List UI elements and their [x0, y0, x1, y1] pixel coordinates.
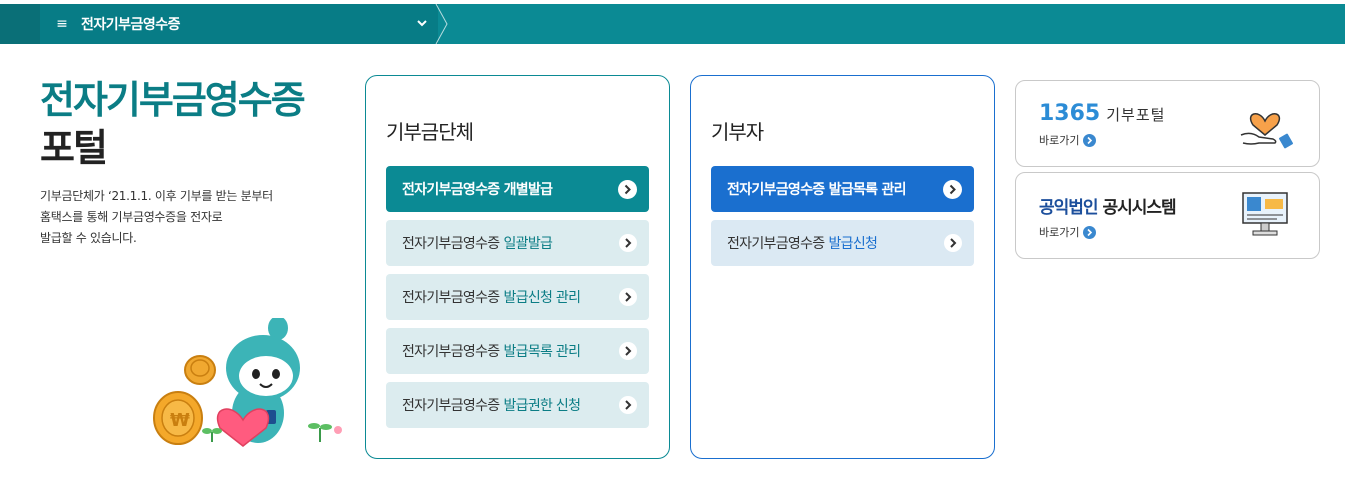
coin-icon: ₩ [153, 391, 203, 445]
donor-card: 기부자 전자기부금영수증 발급목록 관리 전자기부금영수증 발급신청 [690, 75, 995, 459]
donor-card-heading: 기부자 [711, 120, 764, 144]
button-label: 전자기부금영수증 [402, 236, 500, 252]
disclosure-title: 공익법인 공시시스템 [1039, 193, 1177, 218]
arrow-right-icon [943, 180, 962, 199]
button-label-highlight: 일괄발급 [503, 236, 553, 252]
arrow-right-icon [619, 234, 637, 252]
heart-hand-icon [1240, 113, 1293, 149]
topbar-lead-block [0, 4, 40, 44]
portal-1365-number: 1365 [1039, 101, 1101, 126]
arrow-right-icon [1083, 133, 1097, 147]
portal-1365-go-link[interactable]: 바로가기 [1039, 132, 1097, 148]
intro-desc-line1: 기부금단체가 ‘21.1.1. 이후 기부를 받는 분부터 [40, 189, 273, 203]
sprout-icon [308, 423, 342, 442]
page-title-line2: 포털 [40, 126, 108, 170]
button-label-highlight: 발급권한 신청 [503, 398, 581, 414]
arrow-right-icon [619, 396, 637, 414]
breadcrumb-dropdown[interactable]: ≡ 전자기부금영수증 [40, 4, 438, 44]
page-title: 전자기부금영수증 포털 [40, 76, 306, 172]
breadcrumb-title: 전자기부금영수증 [81, 17, 181, 33]
intro-description: 기부금단체가 ‘21.1.1. 이후 기부를 받는 분부터 홈택스를 통해 기부… [40, 186, 320, 249]
disclosure-go-link[interactable]: 바로가기 [1039, 224, 1097, 240]
portal-1365-word: 기부포털 [1106, 106, 1166, 124]
disclosure-title-part1: 공익법인 [1039, 198, 1099, 218]
arrow-right-icon [619, 288, 637, 306]
go-link-label: 바로가기 [1039, 226, 1080, 239]
portal-1365-link[interactable]: 1365 기부포털 바로가기 [1015, 80, 1320, 167]
breadcrumb-separator [435, 4, 448, 44]
disclosure-title-part2: 공시시스템 [1102, 198, 1176, 218]
intro-desc-line2: 홈택스를 통해 기부금영수증을 전자로 [40, 210, 223, 224]
issue-list-manage-button[interactable]: 전자기부금영수증 발급목록 관리 [386, 328, 649, 374]
bulk-issue-button[interactable]: 전자기부금영수증 일괄발급 [386, 220, 649, 266]
portal-1365-title: 1365 기부포털 [1039, 101, 1165, 126]
intro-desc-line3: 발급할 수 있습니다. [40, 231, 137, 245]
sprout-icon [202, 428, 222, 442]
button-label-highlight: 발급신청 관리 [503, 290, 581, 306]
hamburger-icon[interactable]: ≡ [55, 16, 69, 32]
coin-icon [184, 355, 216, 385]
arrow-right-icon [618, 180, 637, 199]
svg-text:₩: ₩ [170, 410, 190, 431]
organization-card-heading: 기부금단체 [386, 120, 474, 144]
top-navigation-bar: ≡ 전자기부금영수증 [0, 4, 1345, 44]
button-label: 전자기부금영수증 발급목록 관리 [727, 182, 907, 198]
arrow-right-icon [619, 342, 637, 360]
arrow-right-icon [1083, 225, 1097, 239]
button-label-highlight: 발급목록 관리 [503, 344, 581, 360]
computer-monitor-icon [1242, 192, 1288, 236]
issue-permission-request-button[interactable]: 전자기부금영수증 발급권한 신청 [386, 382, 649, 428]
donor-issue-list-manage-button[interactable]: 전자기부금영수증 발급목록 관리 [711, 166, 974, 212]
button-label: 전자기부금영수증 [402, 290, 500, 306]
button-label: 전자기부금영수증 [727, 236, 825, 252]
public-interest-disclosure-link[interactable]: 공익법인 공시시스템 바로가기 [1015, 172, 1320, 259]
mascot-illustration: ₩ [153, 318, 342, 447]
donor-issue-request-button[interactable]: 전자기부금영수증 발급신청 [711, 220, 974, 266]
button-label: 전자기부금영수증 [402, 398, 500, 414]
button-label-highlight: 발급신청 [828, 236, 878, 252]
button-label: 전자기부금영수증 [402, 344, 500, 360]
arrow-right-icon [944, 234, 962, 252]
organization-card: 기부금단체 전자기부금영수증 개별발급 전자기부금영수증 일괄발급 전자기부금영… [365, 75, 670, 459]
button-label: 전자기부금영수증 개별발급 [402, 182, 553, 198]
chevron-down-icon[interactable] [415, 16, 429, 30]
individual-issue-button[interactable]: 전자기부금영수증 개별발급 [386, 166, 649, 212]
issue-request-manage-button[interactable]: 전자기부금영수증 발급신청 관리 [386, 274, 649, 320]
page-title-line1: 전자기부금영수증 [40, 78, 306, 122]
go-link-label: 바로가기 [1039, 134, 1080, 147]
